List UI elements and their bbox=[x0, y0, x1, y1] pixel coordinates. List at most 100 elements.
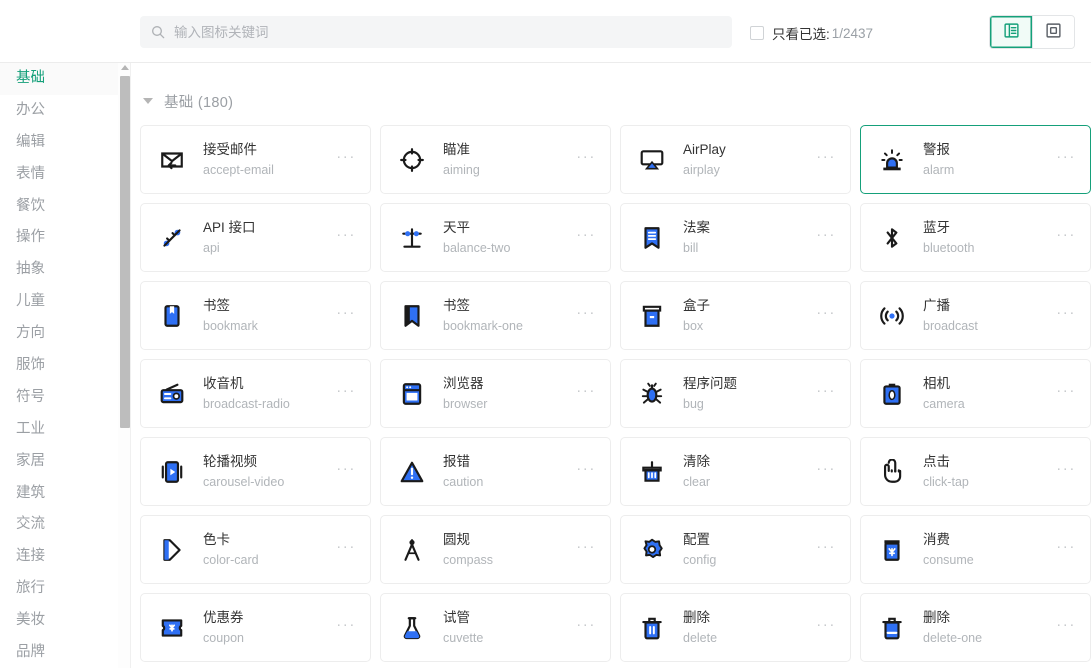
search-input[interactable] bbox=[174, 17, 722, 47]
icon-card-text: 报错 caution bbox=[443, 453, 570, 491]
icon-card-text: 优惠券 coupon bbox=[203, 609, 330, 647]
icon-card-more-button[interactable]: ··· bbox=[816, 461, 836, 480]
icon-card-more-button[interactable]: ··· bbox=[576, 539, 596, 558]
sidebar-item-5[interactable]: 操作 bbox=[0, 222, 118, 254]
icon-card-more-button[interactable]: ··· bbox=[1056, 227, 1076, 246]
icon-card[interactable]: 删除 delete ··· bbox=[620, 593, 851, 662]
sidebar-item-7[interactable]: 儿童 bbox=[0, 286, 118, 318]
icon-card[interactable]: 警报 alarm ··· bbox=[860, 125, 1091, 194]
icon-card-more-button[interactable]: ··· bbox=[576, 461, 596, 480]
search-box[interactable] bbox=[140, 16, 732, 48]
icon-card-more-button[interactable]: ··· bbox=[336, 227, 356, 246]
icon-card-more-button[interactable]: ··· bbox=[576, 227, 596, 246]
only-selected-filter[interactable]: 只看已选: 1/2437 bbox=[750, 23, 873, 43]
category-sidebar[interactable]: 基础 办公 编辑 表情 餐饮 操作 抽象 儿童 方向 服饰 符号 工业 家居 建筑 交流 连接 旅行 美妆 品牌 bbox=[0, 63, 118, 668]
icon-card[interactable]: 盒子 box ··· bbox=[620, 281, 851, 350]
icon-card-more-button[interactable]: ··· bbox=[336, 383, 356, 402]
icon-card[interactable]: 色卡 color-card ··· bbox=[140, 515, 371, 584]
scroll-up-arrow-icon[interactable] bbox=[120, 65, 129, 70]
icon-card-more-button[interactable]: ··· bbox=[576, 305, 596, 324]
icon-card-more-button[interactable]: ··· bbox=[1056, 149, 1076, 168]
sidebar-item-17[interactable]: 美妆 bbox=[0, 605, 118, 637]
icon-card[interactable]: 书签 bookmark-one ··· bbox=[380, 281, 611, 350]
icon-name-cn: 收音机 bbox=[203, 375, 244, 391]
icon-card[interactable]: 试管 cuvette ··· bbox=[380, 593, 611, 662]
sidebar-item-16[interactable]: 旅行 bbox=[0, 573, 118, 605]
icon-card-more-button[interactable]: ··· bbox=[1056, 305, 1076, 324]
icon-card[interactable]: API 接口 api ··· bbox=[140, 203, 371, 272]
icon-card-more-button[interactable]: ··· bbox=[336, 305, 356, 324]
icon-card-more-button[interactable]: ··· bbox=[816, 617, 836, 636]
icon-card-more-button[interactable]: ··· bbox=[576, 149, 596, 168]
sidebar-item-4[interactable]: 餐饮 bbox=[0, 191, 118, 223]
sidebar-item-12[interactable]: 家居 bbox=[0, 446, 118, 478]
only-selected-checkbox[interactable] bbox=[750, 26, 764, 40]
sidebar-item-3[interactable]: 表情 bbox=[0, 159, 118, 191]
view-mode-toggle[interactable] bbox=[989, 15, 1075, 49]
icon-card-more-button[interactable]: ··· bbox=[816, 539, 836, 558]
sidebar-item-15[interactable]: 连接 bbox=[0, 541, 118, 573]
icon-card-more-button[interactable]: ··· bbox=[1056, 539, 1076, 558]
icon-card[interactable]: 删除 delete-one ··· bbox=[860, 593, 1091, 662]
icon-card[interactable]: 点击 click-tap ··· bbox=[860, 437, 1091, 506]
icon-card-text: 蓝牙 bluetooth bbox=[923, 219, 1050, 257]
icon-card[interactable]: 接受邮件 accept-email ··· bbox=[140, 125, 371, 194]
icon-card-text: 天平 balance-two bbox=[443, 219, 570, 257]
icon-name-cn: 色卡 bbox=[203, 531, 230, 547]
icon-card[interactable]: 清除 clear ··· bbox=[620, 437, 851, 506]
icon-card-more-button[interactable]: ··· bbox=[576, 383, 596, 402]
group-header[interactable]: 基础 (180) bbox=[132, 83, 1091, 119]
sidebar-item-0[interactable]: 基础 bbox=[0, 63, 118, 95]
chevron-down-icon[interactable] bbox=[143, 98, 153, 104]
icon-card-more-button[interactable]: ··· bbox=[816, 383, 836, 402]
icon-card[interactable]: 书签 bookmark ··· bbox=[140, 281, 371, 350]
icon-card[interactable]: 轮播视频 carousel-video ··· bbox=[140, 437, 371, 506]
sidebar-item-1[interactable]: 办公 bbox=[0, 95, 118, 127]
bookmark-icon bbox=[159, 303, 185, 329]
list-view-button[interactable] bbox=[990, 16, 1032, 48]
icon-card[interactable]: AirPlay airplay ··· bbox=[620, 125, 851, 194]
icon-card-more-button[interactable]: ··· bbox=[336, 617, 356, 636]
sidebar-item-6[interactable]: 抽象 bbox=[0, 254, 118, 286]
icon-card[interactable]: 天平 balance-two ··· bbox=[380, 203, 611, 272]
icon-card-more-button[interactable]: ··· bbox=[576, 617, 596, 636]
icon-name-cn: 接受邮件 bbox=[203, 141, 257, 157]
icon-card-more-button[interactable]: ··· bbox=[336, 461, 356, 480]
icon-name-en: consume bbox=[923, 552, 974, 567]
icon-card-more-button[interactable]: ··· bbox=[816, 305, 836, 324]
icon-card[interactable]: 法案 bill ··· bbox=[620, 203, 851, 272]
sidebar-item-8[interactable]: 方向 bbox=[0, 318, 118, 350]
sidebar-item-11[interactable]: 工业 bbox=[0, 414, 118, 446]
icon-card-more-button[interactable]: ··· bbox=[1056, 461, 1076, 480]
sidebar-item-2[interactable]: 编辑 bbox=[0, 127, 118, 159]
icon-card[interactable]: 优惠券 coupon ··· bbox=[140, 593, 371, 662]
icon-card[interactable]: 圆规 compass ··· bbox=[380, 515, 611, 584]
icon-card-more-button[interactable]: ··· bbox=[336, 539, 356, 558]
icon-card[interactable]: 报错 caution ··· bbox=[380, 437, 611, 506]
sidebar-item-14[interactable]: 交流 bbox=[0, 509, 118, 541]
icon-card[interactable]: 浏览器 browser ··· bbox=[380, 359, 611, 428]
icon-card-more-button[interactable]: ··· bbox=[816, 227, 836, 246]
sidebar-item-18[interactable]: 品牌 bbox=[0, 637, 118, 668]
sidebar-item-10[interactable]: 符号 bbox=[0, 382, 118, 414]
icon-card[interactable]: 配置 config ··· bbox=[620, 515, 851, 584]
icon-card-more-button[interactable]: ··· bbox=[336, 149, 356, 168]
icon-card-more-button[interactable]: ··· bbox=[1056, 383, 1076, 402]
icon-card[interactable]: 相机 camera ··· bbox=[860, 359, 1091, 428]
click-tap-icon bbox=[879, 458, 905, 485]
grid-view-button[interactable] bbox=[1032, 16, 1074, 48]
icon-card[interactable]: 瞄准 aiming ··· bbox=[380, 125, 611, 194]
sidebar-item-13[interactable]: 建筑 bbox=[0, 478, 118, 510]
sidebar-item-9[interactable]: 服饰 bbox=[0, 350, 118, 382]
sidebar-scrollbar[interactable] bbox=[118, 63, 131, 668]
icon-card[interactable]: 蓝牙 bluetooth ··· bbox=[860, 203, 1091, 272]
icon-card-more-button[interactable]: ··· bbox=[1056, 617, 1076, 636]
accept-email-icon bbox=[159, 147, 185, 173]
icon-card[interactable]: 广播 broadcast ··· bbox=[860, 281, 1091, 350]
icon-card[interactable]: 收音机 broadcast-radio ··· bbox=[140, 359, 371, 428]
icon-card[interactable]: 消费 consume ··· bbox=[860, 515, 1091, 584]
scrollbar-thumb[interactable] bbox=[119, 76, 130, 428]
icon-card[interactable]: 程序问题 bug ··· bbox=[620, 359, 851, 428]
icon-card-more-button[interactable]: ··· bbox=[816, 149, 836, 168]
icon-name-cn: 瞄准 bbox=[443, 141, 470, 157]
